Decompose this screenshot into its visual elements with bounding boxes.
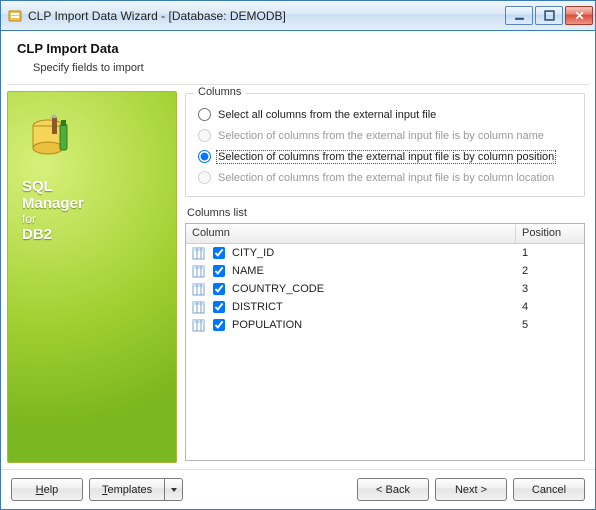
footer: Help Templates < Back Next > Cancel (1, 469, 595, 509)
table-row[interactable]: CITY_ID 1 (186, 244, 584, 262)
column-name: NAME (232, 265, 264, 277)
row-checkbox[interactable] (213, 319, 225, 331)
column-icon (192, 319, 205, 332)
row-checkbox[interactable] (213, 283, 225, 295)
column-name: DISTRICT (232, 301, 283, 313)
column-position: 2 (522, 265, 528, 277)
row-checkbox[interactable] (213, 265, 225, 277)
column-icon (192, 301, 205, 314)
product-line4: DB2 (22, 226, 162, 243)
radio-by-position[interactable]: Selection of columns from the external i… (198, 150, 572, 163)
table-row[interactable]: DISTRICT 4 (186, 298, 584, 316)
header-column[interactable]: Column (186, 224, 516, 243)
titlebar[interactable]: CLP Import Data Wizard - [Database: DEMO… (1, 1, 595, 31)
column-position: 5 (522, 319, 528, 331)
row-checkbox[interactable] (213, 247, 225, 259)
window-buttons (505, 6, 593, 25)
column-icon (192, 247, 205, 260)
header-position[interactable]: Position (516, 224, 584, 243)
radio-by-name: Selection of columns from the external i… (198, 129, 572, 142)
minimize-button[interactable] (505, 6, 533, 25)
row-checkbox[interactable] (213, 301, 225, 313)
column-icon (192, 265, 205, 278)
radio-input-by-name (198, 129, 211, 142)
grid-header[interactable]: Column Position (186, 224, 584, 244)
radio-by-location: Selection of columns from the external i… (198, 171, 572, 184)
product-logo-icon (28, 112, 80, 164)
templates-button[interactable]: Templates (89, 478, 165, 501)
content-area: SQL Manager for DB2 Columns Select all c… (1, 85, 595, 469)
chevron-down-icon (170, 486, 178, 494)
column-name: CITY_ID (232, 247, 274, 259)
radio-select-all[interactable]: Select all columns from the external inp… (198, 108, 572, 121)
table-row[interactable]: COUNTRY_CODE 3 (186, 280, 584, 298)
product-line3: for (22, 213, 162, 227)
app-icon (7, 8, 23, 24)
close-button[interactable] (565, 6, 593, 25)
sidebar-brand-panel: SQL Manager for DB2 (7, 91, 177, 463)
column-position: 3 (522, 283, 528, 295)
window-title: CLP Import Data Wizard - [Database: DEMO… (28, 9, 505, 23)
product-line1: SQL (22, 178, 162, 195)
templates-button-group: Templates (89, 478, 183, 501)
radio-label: Selection of columns from the external i… (217, 130, 545, 142)
column-name: POPULATION (232, 319, 302, 331)
column-name: COUNTRY_CODE (232, 283, 324, 295)
product-line2: Manager (22, 195, 162, 212)
help-button[interactable]: Help (11, 478, 83, 501)
page-title: CLP Import Data (17, 41, 581, 56)
radio-label: Select all columns from the external inp… (217, 109, 437, 121)
columns-grid[interactable]: Column Position CITY_ID 1 NAME 2 COUNTRY_COD… (185, 223, 585, 461)
wizard-window: CLP Import Data Wizard - [Database: DEMO… (0, 0, 596, 510)
maximize-button[interactable] (535, 6, 563, 25)
grid-body[interactable]: CITY_ID 1 NAME 2 COUNTRY_CODE 3 DISTRICT 4 POPUL… (186, 244, 584, 460)
column-position: 1 (522, 247, 528, 259)
table-row[interactable]: NAME 2 (186, 262, 584, 280)
page-subtitle: Specify fields to import (33, 62, 581, 74)
main-area: Columns Select all columns from the exte… (183, 91, 589, 463)
radio-input-by-location (198, 171, 211, 184)
columns-list-label: Columns list (187, 207, 585, 219)
templates-dropdown-button[interactable] (165, 478, 183, 501)
radio-label: Selection of columns from the external i… (217, 151, 555, 163)
column-selection-radios: Select all columns from the external inp… (196, 104, 574, 184)
column-icon (192, 283, 205, 296)
columns-legend: Columns (194, 86, 245, 98)
cancel-button[interactable]: Cancel (513, 478, 585, 501)
radio-input-select-all[interactable] (198, 108, 211, 121)
wizard-header: CLP Import Data Specify fields to import (1, 31, 595, 84)
column-position: 4 (522, 301, 528, 313)
columns-groupbox: Columns Select all columns from the exte… (185, 93, 585, 197)
columns-list-area: Columns list Column Position CITY_ID 1 NAM… (185, 205, 585, 461)
table-row[interactable]: POPULATION 5 (186, 316, 584, 334)
next-button[interactable]: Next > (435, 478, 507, 501)
radio-label: Selection of columns from the external i… (217, 172, 555, 184)
product-name: SQL Manager for DB2 (22, 178, 162, 244)
back-button[interactable]: < Back (357, 478, 429, 501)
radio-input-by-position[interactable] (198, 150, 211, 163)
